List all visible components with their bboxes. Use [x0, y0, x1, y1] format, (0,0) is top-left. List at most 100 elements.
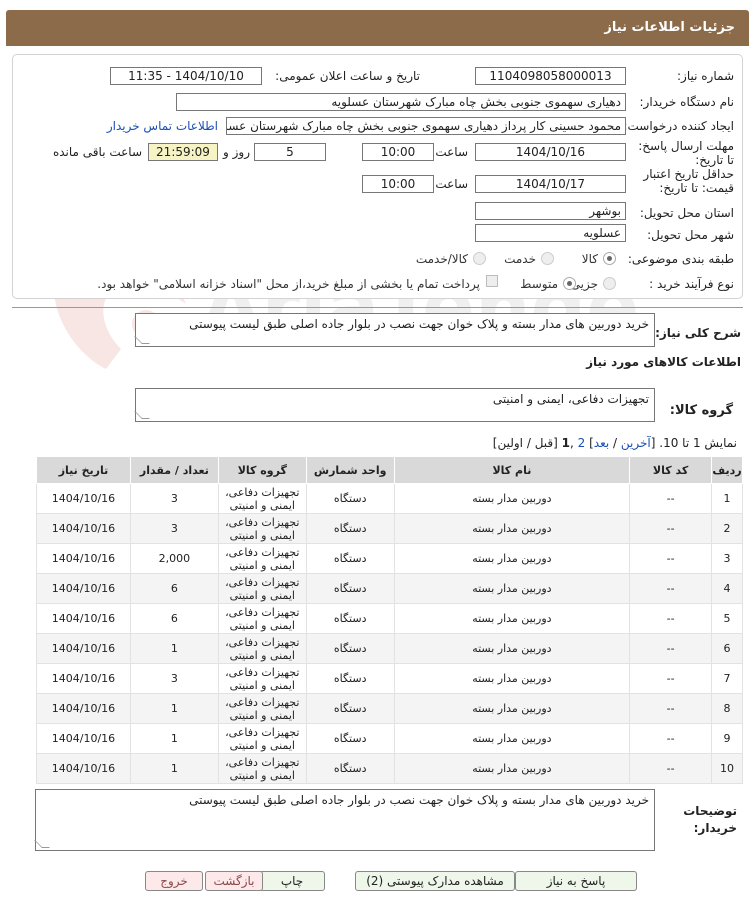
need-details-page: جزئیات اطلاعات نیاز AriaTender.net شماره… [6, 4, 749, 902]
validity-date-field: 1404/10/17 [475, 175, 626, 193]
buyer-org-field: دهیاری سهموی جنوبی بخش چاه مبارک شهرستان… [176, 93, 626, 111]
table-row[interactable]: 1 -- دوربین مدار بسته دستگاه تجهیزات دفاعی، … [36, 483, 743, 514]
item-code-cell: -- [629, 603, 713, 634]
deadline-date-field: 1404/10/16 [475, 143, 626, 161]
pager-last-link[interactable]: آخرین [621, 436, 651, 450]
need-date-cell: 1404/10/16 [36, 753, 131, 784]
city-label: شهر محل تحویل: [647, 228, 734, 242]
pager-slash: / [609, 436, 621, 450]
need-date-cell: 1404/10/16 [36, 633, 131, 664]
table-row[interactable]: 2 -- دوربین مدار بسته دستگاه تجهیزات دفاعی، … [36, 513, 743, 544]
unit-cell: دستگاه [305, 543, 395, 574]
need-date-cell: 1404/10/16 [36, 573, 131, 604]
unit-cell: دستگاه [305, 753, 395, 784]
row-number-cell: 9 [711, 723, 743, 754]
exit-button[interactable]: خروج [145, 871, 203, 891]
table-row[interactable]: 6 -- دوربین مدار بسته دستگاه تجهیزات دفاعی، … [36, 633, 743, 664]
col-header-unit: واحد شمارش [305, 456, 395, 484]
goods-group-label: گروه کالا: [669, 403, 733, 418]
validity-time-field: 10:00 [362, 175, 434, 193]
item-group-cell: تجهیزات دفاعی، ایمنی و امنیتی [217, 543, 307, 574]
announce-date-field: 1404/10/10 - 11:35 [110, 67, 262, 85]
pager-prefix: نمایش 1 تا 10. [ [650, 436, 737, 450]
pagination: نمایش 1 تا 10. [آخرین / بعد] 2 ,1 [قبل /… [493, 436, 737, 450]
table-row[interactable]: 8 -- دوربین مدار بسته دستگاه تجهیزات دفاعی، … [36, 693, 743, 724]
resize-grip-icon[interactable] [34, 840, 50, 848]
item-group-cell: تجهیزات دفاعی، ایمنی و امنیتی [217, 573, 307, 604]
summary-textarea[interactable]: خرید دوربین های مدار بسته و پلاک خوان جه… [134, 313, 655, 347]
unit-cell: دستگاه [305, 663, 395, 694]
item-code-cell: -- [629, 543, 713, 574]
table-row[interactable]: 10 -- دوربین مدار بسته دستگاه تجهیزات دفاعی،… [36, 753, 743, 784]
back-button[interactable]: بازگشت [205, 871, 263, 891]
view-attachments-button[interactable]: مشاهده مدارک پیوستی (2) [355, 871, 515, 891]
unit-cell: دستگاه [305, 633, 395, 664]
category-radio-both[interactable] [473, 252, 486, 265]
table-row[interactable]: 5 -- دوربین مدار بسته دستگاه تجهیزات دفاعی، … [36, 603, 743, 634]
item-name-cell: دوربین مدار بسته [393, 603, 631, 634]
purchase-radio-minor[interactable] [603, 277, 616, 290]
deadline-time-label: ساعت [435, 145, 468, 159]
item-group-cell: تجهیزات دفاعی، ایمنی و امنیتی [217, 753, 307, 784]
purchase-radio-medium[interactable] [563, 277, 576, 290]
quantity-cell: 6 [129, 573, 219, 604]
item-group-cell: تجهیزات دفاعی، ایمنی و امنیتی [217, 483, 307, 514]
unit-cell: دستگاه [305, 573, 395, 604]
resize-grip-icon[interactable] [134, 411, 150, 419]
need-date-cell: 1404/10/16 [36, 693, 131, 724]
resize-grip-icon[interactable] [134, 336, 150, 344]
item-code-cell: -- [629, 483, 713, 514]
col-header-group: گروه کالا [217, 456, 307, 484]
quantity-cell: 3 [129, 663, 219, 694]
table-row[interactable]: 4 -- دوربین مدار بسته دستگاه تجهیزات دفاعی، … [36, 573, 743, 604]
category-radio-goods[interactable] [603, 252, 616, 265]
buyer-notes-label-2: خریدار: [693, 821, 737, 835]
remaining-label: ساعت باقی مانده [52, 145, 142, 159]
goods-section-title: اطلاعات کالاهای مورد نیاز [586, 355, 741, 369]
item-group-cell: تجهیزات دفاعی، ایمنی و امنیتی [217, 603, 307, 634]
col-header-date: تاریخ نیاز [36, 456, 131, 484]
buyer-notes-label-1: توضیحات [683, 804, 737, 818]
pager-current-page: 1 [561, 436, 570, 450]
days-label: روز و [223, 145, 250, 159]
unit-cell: دستگاه [305, 483, 395, 514]
need-date-cell: 1404/10/16 [36, 603, 131, 634]
deadline-time-field: 10:00 [362, 143, 434, 161]
pager-next-link[interactable]: بعد [594, 436, 609, 450]
buyer-contact-link[interactable]: اطلاعات تماس خریدار [107, 119, 218, 133]
item-group-cell: تجهیزات دفاعی، ایمنی و امنیتی [217, 723, 307, 754]
need-date-cell: 1404/10/16 [36, 483, 131, 514]
table-row[interactable]: 9 -- دوربین مدار بسته دستگاه تجهیزات دفاعی، … [36, 723, 743, 754]
announce-date-label: تاریخ و ساعت اعلان عمومی: [275, 69, 420, 83]
item-name-cell: دوربین مدار بسته [393, 663, 631, 694]
goods-group-textarea[interactable]: تجهیزات دفاعی، ایمنی و امنیتی [134, 388, 655, 422]
treasury-checkbox[interactable] [486, 275, 498, 287]
category-radio-service[interactable] [541, 252, 554, 265]
unit-cell: دستگاه [305, 723, 395, 754]
row-number-cell: 1 [711, 483, 743, 514]
buyer-notes-textarea[interactable]: خرید دوربین های مدار بسته و پلاک خوان جه… [34, 789, 655, 851]
item-name-cell: دوربین مدار بسته [393, 693, 631, 724]
need-date-cell: 1404/10/16 [36, 543, 131, 574]
item-name-cell: دوربین مدار بسته [393, 753, 631, 784]
item-name-cell: دوربین مدار بسته [393, 543, 631, 574]
category-option-service: خدمت [504, 252, 536, 266]
validity-label: حداقل تاریخ اعتبار قیمت: تا تاریخ: [643, 167, 734, 195]
table-row[interactable]: 7 -- دوربین مدار بسته دستگاه تجهیزات دفاعی، … [36, 663, 743, 694]
item-code-cell: -- [629, 633, 713, 664]
table-row[interactable]: 3 -- دوربین مدار بسته دستگاه تجهیزات دفاعی، … [36, 543, 743, 574]
treasury-note: پرداخت تمام یا بخشی از مبلغ خرید،از محل … [97, 277, 480, 291]
reply-button[interactable]: پاسخ به نیاز [515, 871, 637, 891]
row-number-cell: 5 [711, 603, 743, 634]
buyer-notes-text: خرید دوربین های مدار بسته و پلاک خوان جه… [189, 793, 649, 807]
validity-time-label: ساعت [435, 177, 468, 191]
province-field: بوشهر [475, 202, 626, 220]
print-button[interactable]: چاپ [259, 871, 325, 891]
purchase-type-label: نوع فرآیند خرید : [649, 277, 734, 291]
summary-label: شرح کلی نیاز: [655, 326, 741, 340]
item-code-cell: -- [629, 693, 713, 724]
col-header-row-num: ردیف [711, 456, 743, 484]
need-date-cell: 1404/10/16 [36, 723, 131, 754]
buyer-org-label: نام دستگاه خریدار: [639, 95, 735, 109]
purchase-option-medium: متوسط [520, 277, 558, 291]
